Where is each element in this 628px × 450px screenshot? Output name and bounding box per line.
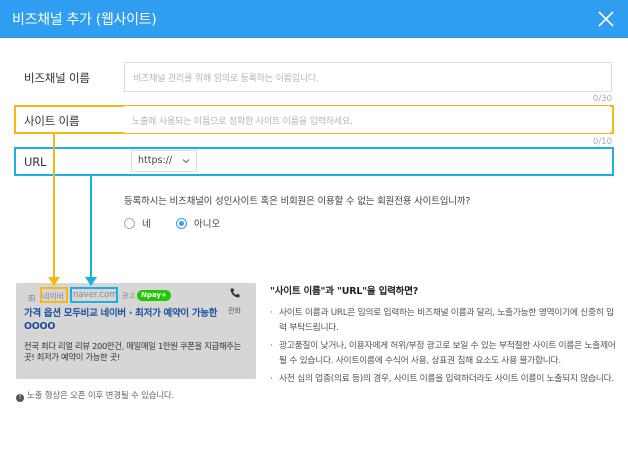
close-icon[interactable] xyxy=(592,5,620,33)
radio-no-label: 아니오 xyxy=(194,219,221,230)
preview-ad-badge: 광고 xyxy=(122,292,135,300)
channel-name-label: 비즈채널 이름 xyxy=(24,71,90,85)
info-icon: ! xyxy=(16,394,24,402)
favicon-icon: ⊞ xyxy=(28,294,36,304)
dialog-titlebar: 비즈채널 추가 (웹사이트) xyxy=(0,0,628,38)
guide-item: 사이트 이름과 URL은 임의로 입력하는 비즈채널 이름과 달리, 노출가능한… xyxy=(270,306,620,336)
channel-name-counter: 0/30 xyxy=(592,94,612,104)
site-name-placeholder: 노출에 사용되는 이름으로 정확한 사이트 이름을 입력하세요. xyxy=(132,117,353,127)
preview-note-text: 노출 형상은 오픈 이후 변경될 수 있습니다. xyxy=(27,391,175,401)
site-name-label: 사이트 이름 xyxy=(24,114,80,128)
channel-name-input[interactable]: 비즈채널 관리를 위해 임의로 등록하는 이름입니다. xyxy=(124,62,612,92)
site-name-input[interactable]: 노출에 사용되는 이름으로 정확한 사이트 이름을 입력하세요. xyxy=(124,106,610,133)
site-name-counter: 0/10 xyxy=(592,137,612,147)
guide-list: 사이트 이름과 URL은 임의로 입력하는 비즈채널 이름과 달리, 노출가능한… xyxy=(270,306,620,390)
radio-yes-label: 네 xyxy=(142,219,151,230)
preview-title: 가격 옵션 모두비교 네이버 · 최저가 예약이 가능한 OOOO xyxy=(24,308,218,332)
protocol-select[interactable]: https:// xyxy=(131,150,197,172)
url-input[interactable] xyxy=(199,150,610,172)
guide-item: 사전 심의 업종(의료 등)의 경우, 사이트 이름을 입력하더라도 사이트 이… xyxy=(270,372,620,387)
guide-title: "사이트 이름"과 "URL"을 입력하면? xyxy=(270,286,419,297)
protocol-value: https:// xyxy=(138,155,173,166)
preview-call-label: 전화 xyxy=(228,307,241,315)
npay-badge: Npay+ xyxy=(137,290,171,301)
preview-description: 전국 최다 리얼 리뷰 200만건, 매일매일 1만원 쿠폰을 지급해주는 곳!… xyxy=(24,341,241,362)
preview-note: ! 노출 형상은 오픈 이후 변경될 수 있습니다. xyxy=(16,389,174,402)
dialog-title: 비즈채널 추가 (웹사이트) xyxy=(12,12,157,28)
radio-no[interactable] xyxy=(176,218,187,229)
preview-site-name-highlight xyxy=(40,287,68,303)
channel-name-placeholder: 비즈채널 관리를 위해 임의로 등록하는 이름입니다. xyxy=(133,74,319,84)
url-label: URL xyxy=(24,155,47,169)
radio-yes[interactable] xyxy=(124,218,135,229)
chevron-down-icon xyxy=(182,159,190,164)
guide-item: 광고품질이 낮거나, 이용자에게 허위/부정 광고로 보일 수 있는 부적절한 … xyxy=(270,339,620,369)
preview-url-highlight xyxy=(70,287,118,303)
phone-icon xyxy=(230,288,240,298)
adult-site-question: 등록하시는 비즈채널이 성인사이트 혹은 비회원은 이용할 수 없는 회원전용 … xyxy=(124,196,471,207)
